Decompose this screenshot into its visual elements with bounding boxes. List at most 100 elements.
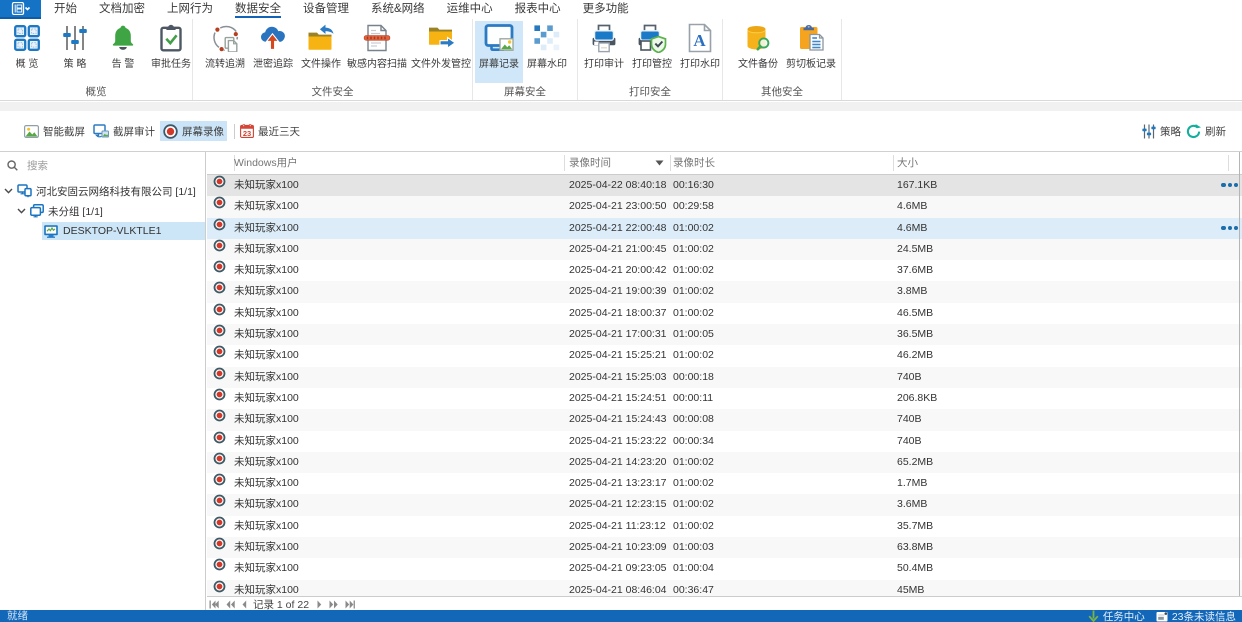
table-row-4[interactable]: 未知玩家x100 2025-04-21 21:00:45 01:00:02 24.5M… xyxy=(207,238,1242,261)
cell-duration: 00:16:30 xyxy=(673,179,714,191)
cell-duration: 01:00:02 xyxy=(673,306,714,319)
record-dot-icon xyxy=(213,303,226,316)
page-fastnext-icon[interactable] xyxy=(329,600,338,609)
column-header-4[interactable]: 大小 xyxy=(897,152,918,174)
svg-text:A: A xyxy=(693,31,706,50)
menu-tab-3[interactable]: 上网行为 xyxy=(156,0,224,19)
table-row-18[interactable]: 未知玩家x100 2025-04-21 10:23:09 01:00:03 63.8M… xyxy=(207,537,1242,559)
toolbar-button-policy-small[interactable]: 策略 xyxy=(1142,121,1181,141)
page-prev-icon[interactable] xyxy=(242,600,247,609)
toolbar-button-label: 截屏审计 xyxy=(113,125,155,138)
chevron-down-icon[interactable] xyxy=(17,208,26,214)
table-row-6[interactable]: 未知玩家x100 2025-04-21 19:00:39 01:00:02 3.8MB xyxy=(207,281,1242,303)
cell-user: 未知玩家x100 xyxy=(234,349,299,362)
table-row-3[interactable]: 未知玩家x100 2025-04-21 22:00:48 01:00:02 4.6MB xyxy=(207,217,1242,239)
table-row-9[interactable]: 未知玩家x100 2025-04-21 15:25:21 01:00:02 46.2M… xyxy=(207,345,1242,366)
table-row-20[interactable]: 未知玩家x100 2025-04-21 08:46:04 00:36:47 45MB xyxy=(207,579,1242,596)
toolbar-button-refresh[interactable]: 刷新 xyxy=(1186,121,1226,141)
ribbon-button-file-backup[interactable]: 文件备份 xyxy=(734,21,782,83)
ribbon-button-policy-sliders[interactable]: 策 略 xyxy=(51,21,99,83)
refresh-icon xyxy=(1186,123,1201,139)
ribbon-button-screen-watermark[interactable]: 屏幕水印 xyxy=(523,21,571,83)
ribbon-button-print-audit[interactable]: 打印审计 xyxy=(580,21,628,83)
screen-record-icon xyxy=(484,23,514,53)
unread-messages-button[interactable]: 23条未读信息 xyxy=(1156,609,1236,622)
ribbon-button-print-watermark[interactable]: A 打印水印 xyxy=(676,21,724,83)
ribbon-button-file-operation-folder[interactable]: 文件操作 xyxy=(297,21,345,83)
cell-duration: 01:00:02 xyxy=(673,221,714,234)
table-row-17[interactable]: 未知玩家x100 2025-04-21 11:23:12 01:00:02 35.7M… xyxy=(207,516,1242,537)
cell-user: 未知玩家x100 xyxy=(234,370,299,383)
toolbar-button-calendar[interactable]: 23 最近三天 xyxy=(237,121,303,141)
menu-tab-9[interactable]: 更多功能 xyxy=(572,0,640,19)
menu-tab-6[interactable]: 系统&网络 xyxy=(360,0,436,19)
table-row-13[interactable]: 未知玩家x100 2025-04-21 15:23:22 00:00:34 740B xyxy=(207,431,1242,452)
page-last-icon[interactable] xyxy=(345,600,355,609)
cell-user: 未知玩家x100 xyxy=(234,242,299,255)
menu-tab-5[interactable]: 设备管理 xyxy=(292,0,360,19)
ribbon-button-clipboard-record[interactable]: 剪切板记录 xyxy=(782,21,840,83)
sort-desc-icon[interactable] xyxy=(655,160,664,166)
ribbon-button-overview-grid[interactable]: 概 览 xyxy=(3,21,51,83)
table-row-15[interactable]: 未知玩家x100 2025-04-21 13:23:17 01:00:02 1.7MB xyxy=(207,473,1242,494)
menu-tab-7[interactable]: 运维中心 xyxy=(436,0,504,19)
search-box[interactable]: 搜索 xyxy=(0,152,205,178)
leak-track-cloud-icon xyxy=(260,23,286,53)
table-row-19[interactable]: 未知玩家x100 2025-04-21 09:23:05 01:00:04 50.4M… xyxy=(207,558,1242,579)
ribbon-button-alert-bell[interactable]: 告 警 xyxy=(99,21,147,83)
table-row-10[interactable]: 未知玩家x100 2025-04-21 15:25:03 00:00:18 740B xyxy=(207,366,1242,388)
tree-node-1[interactable]: 河北安固云网络科技有限公司 [1/1] xyxy=(0,181,205,201)
ribbon-button-leak-track-cloud[interactable]: 泄密追踪 xyxy=(249,21,297,83)
ribbon-group: 流转追溯 泄密追踪 文件操作 敏感内容扫描 文件外发管控 文件安全 xyxy=(193,19,473,100)
tree-node-3[interactable]: DESKTOP-VLKTLE1 xyxy=(0,221,205,241)
toolbar-button-smart-screenshot[interactable]: 智能截屏 xyxy=(21,121,88,141)
cell-duration: 01:00:02 xyxy=(673,455,714,468)
table-row-11[interactable]: 未知玩家x100 2025-04-21 15:24:51 00:00:11 206.8… xyxy=(207,388,1242,409)
chevron-down-icon[interactable] xyxy=(4,188,13,194)
ribbon-button-approval-clipboard[interactable]: 审批任务 xyxy=(147,21,195,83)
table-row-7[interactable]: 未知玩家x100 2025-04-21 18:00:37 01:00:02 46.5M… xyxy=(207,303,1242,324)
scrollbar[interactable] xyxy=(1239,152,1240,596)
column-header-3[interactable]: 录像时长 xyxy=(673,152,715,174)
column-header-1[interactable]: Windows用户 xyxy=(234,152,298,174)
table-row-1[interactable]: 未知玩家x100 2025-04-22 08:40:18 00:16:30 167.1… xyxy=(207,175,1242,197)
ribbon-button-trace-flow[interactable]: 流转追溯 xyxy=(201,21,249,83)
task-center-button[interactable]: 任务中心 xyxy=(1088,609,1145,622)
cell-user: 未知玩家x100 xyxy=(234,541,299,554)
column-separator xyxy=(670,155,671,171)
ribbon-button-file-outgoing-folder[interactable]: 文件外发管控 xyxy=(409,21,473,83)
table-row-12[interactable]: 未知玩家x100 2025-04-21 15:24:43 00:00:08 740B xyxy=(207,409,1242,431)
tree-node-2[interactable]: 未分组 [1/1] xyxy=(0,201,205,221)
row-actions-ellipsis-icon[interactable] xyxy=(1221,225,1238,230)
menu-tab-2[interactable]: 文档加密 xyxy=(88,0,156,19)
cell-duration: 00:29:58 xyxy=(673,200,714,213)
cell-user: 未知玩家x100 xyxy=(234,391,299,404)
ribbon-button-label: 文件操作 xyxy=(301,59,341,70)
file-outgoing-folder-icon xyxy=(427,23,456,53)
menu-tab-1[interactable]: 开始 xyxy=(43,0,88,19)
cell-size: 46.5MB xyxy=(897,306,934,319)
ribbon-button-sensitive-scan[interactable]: 敏感内容扫描 xyxy=(345,21,409,83)
table-row-16[interactable]: 未知玩家x100 2025-04-21 12:23:15 01:00:02 3.6MB xyxy=(207,494,1242,516)
secondary-toolbar: 智能截屏 截屏审计 屏幕录像 23 最近三天 策略 刷新 xyxy=(0,111,1242,151)
table-row-8[interactable]: 未知玩家x100 2025-04-21 17:00:31 01:00:05 36.5M… xyxy=(207,324,1242,346)
menu-tab-8[interactable]: 报表中心 xyxy=(504,0,572,19)
toolbar-button-screen-video[interactable]: 屏幕录像 xyxy=(160,121,227,141)
table-row-2[interactable]: 未知玩家x100 2025-04-21 23:00:50 00:29:58 4.6MB xyxy=(207,196,1242,218)
record-dot-icon xyxy=(213,494,226,507)
record-dot-icon xyxy=(213,452,226,465)
toolbar-button-screenshot-audit[interactable]: 截屏审计 xyxy=(90,121,158,141)
record-dot-icon xyxy=(213,367,226,380)
menu-tab-4[interactable]: 数据安全 xyxy=(224,0,292,19)
table-row-14[interactable]: 未知玩家x100 2025-04-21 14:23:20 01:00:02 65.2M… xyxy=(207,451,1242,474)
table-row-5[interactable]: 未知玩家x100 2025-04-21 20:00:42 01:00:02 37.6M… xyxy=(207,260,1242,281)
page-first-icon[interactable] xyxy=(209,600,219,609)
ribbon-button-print-control[interactable]: 打印管控 xyxy=(628,21,676,83)
row-actions-ellipsis-icon[interactable] xyxy=(1221,183,1238,188)
app-menu-button[interactable] xyxy=(0,0,41,19)
page-next-icon[interactable] xyxy=(317,600,322,609)
ribbon-button-screen-record[interactable]: 屏幕记录 xyxy=(475,21,523,83)
page-fastprev-icon[interactable] xyxy=(226,600,235,609)
cell-size: 3.8MB xyxy=(897,285,928,298)
column-header-2[interactable]: 录像时间 xyxy=(569,152,611,174)
